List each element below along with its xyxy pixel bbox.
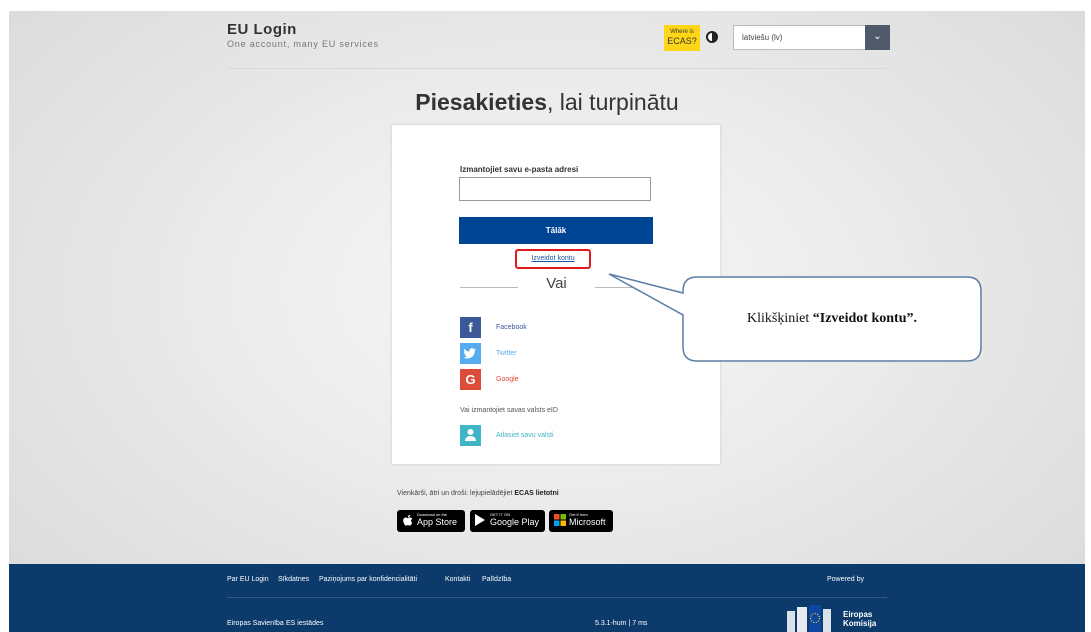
footer-link-help[interactable]: Palīdzība (482, 576, 511, 583)
powered-by-text: Powered by (827, 576, 864, 583)
eu-login-page: EU Login One account, many EU services W… (9, 11, 1085, 632)
footer-link-institutions[interactable]: ES iestādes (286, 620, 323, 627)
european-commission-logo (787, 605, 831, 632)
footer-divider (227, 597, 887, 598)
ec-name: Eiropas Komisija (843, 610, 876, 628)
ec-name-line1: Eiropas (843, 610, 873, 619)
footer-link-contact[interactable]: Kontakti (445, 576, 470, 583)
callout-bold: “Izveidot kontu”. (812, 311, 917, 326)
footer-link-privacy[interactable]: Paziņojums par konfidencialitāti (319, 576, 417, 583)
version-text: 5.3.1-hum | 7 ms (595, 620, 648, 627)
footer-link-about[interactable]: Par EU Login (227, 576, 269, 583)
footer: Par EU Login Sīkdatnes Paziņojums par ko… (9, 564, 1085, 632)
footer-link-eu[interactable]: Eiropas Savienība (227, 620, 284, 627)
ec-name-line2: Komisija (843, 619, 877, 628)
callout-text: Klikšķiniet “Izveidot kontu”. (683, 277, 981, 361)
footer-link-cookies[interactable]: Sīkdatnes (278, 576, 309, 583)
callout-prefix: Klikšķiniet (747, 311, 813, 326)
